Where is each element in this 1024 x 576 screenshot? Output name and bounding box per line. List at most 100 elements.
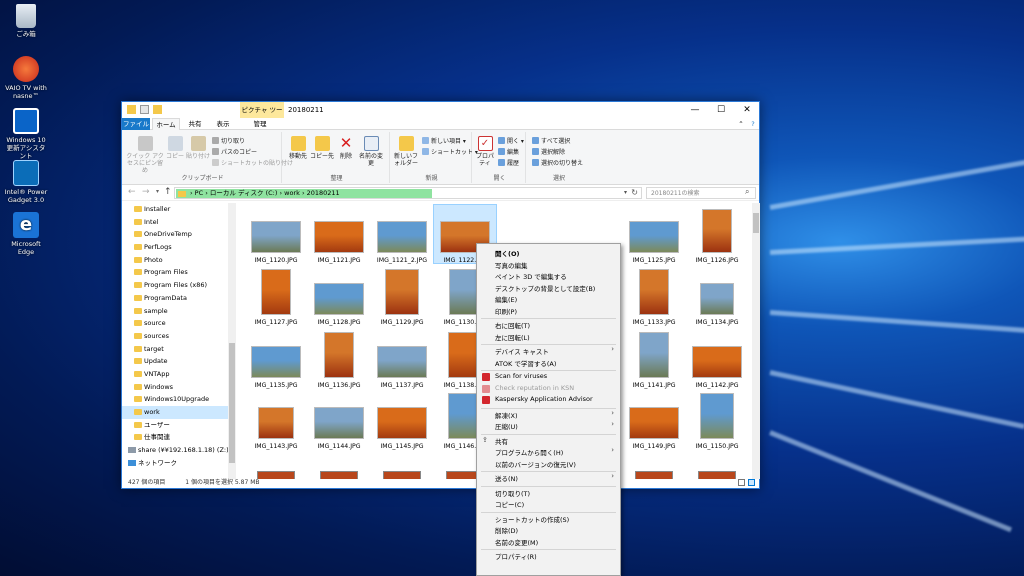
context-menu-item[interactable]: 開く(O) [495, 248, 519, 258]
context-menu-item[interactable]: 圧縮(U) [495, 421, 518, 431]
content-scrollbar[interactable] [752, 203, 760, 479]
nav-item[interactable]: Program Files (x86) [122, 279, 235, 292]
file-thumbnail[interactable]: IMG_1135.JPG [245, 330, 307, 389]
search-input[interactable]: 20180211の検索 [646, 187, 756, 199]
nav-scrollbar[interactable] [228, 203, 236, 479]
file-thumbnail[interactable]: IMG_1133.JPG [623, 267, 685, 326]
cut-button[interactable]: 切り取り [212, 136, 245, 145]
context-menu-item[interactable]: Kaspersky Application Advisor [495, 395, 593, 403]
desktop-icon-edge[interactable]: e Microsoft Edge [4, 212, 48, 256]
context-menu-item[interactable]: 以前のバージョンの復元(V) [495, 459, 576, 469]
nav-item-network-drive[interactable]: share (¥¥192.168.1.18) (Z:) [122, 444, 235, 457]
tab-share[interactable]: 共有 [182, 118, 208, 130]
file-thumbnail[interactable]: IMG_1121.JPG [308, 205, 370, 264]
desktop-icon-intel-power-gadget[interactable]: Intel® Power Gadget 3.0 [4, 160, 48, 204]
file-thumbnail[interactable]: IMG_1125.JPG [623, 205, 685, 264]
context-menu-item[interactable]: ペイント 3D で編集する [495, 271, 567, 281]
file-thumbnail[interactable]: IMG_1128.JPG [308, 267, 370, 326]
recent-chevron-icon[interactable]: ▾ [156, 188, 159, 195]
refresh-icon[interactable]: ↻ [631, 188, 638, 197]
nav-item[interactable]: Windows10Upgrade [122, 393, 235, 406]
breadcrumb-item-pc[interactable]: PC [195, 189, 203, 197]
file-thumbnail[interactable]: IMG_1145.JPG [371, 391, 433, 450]
context-menu-item[interactable]: ATOK で学習する(A) [495, 358, 556, 368]
file-thumbnail[interactable]: IMG_1120.JPG [245, 205, 307, 264]
context-menu-item[interactable]: 切り取り(T) [495, 488, 530, 498]
file-thumbnail[interactable]: IMG_1149.JPG [623, 391, 685, 450]
context-menu-item[interactable]: デスクトップの背景として設定(B) [495, 283, 595, 293]
context-menu-item[interactable]: 解凍(X) [495, 410, 518, 420]
shortcut-button[interactable]: ショートカット ▾ [422, 147, 478, 156]
paste-button[interactable]: 貼り付け [186, 136, 210, 160]
close-button[interactable]: ✕ [734, 102, 760, 118]
minimize-button[interactable]: — [682, 102, 708, 118]
tab-file[interactable]: ファイル [122, 118, 150, 130]
pin-quick-access-button[interactable]: クイック アクセスにピン留め [126, 136, 164, 174]
nav-item[interactable]: sample [122, 305, 235, 318]
file-thumbnail[interactable]: IMG_1127.JPG [245, 267, 307, 326]
nav-item[interactable]: Intel [122, 216, 235, 229]
context-menu-item[interactable]: ショートカットの作成(S) [495, 514, 569, 524]
address-dropdown-icon[interactable]: ▾ [624, 189, 627, 196]
copy-button[interactable]: コピー [166, 136, 184, 160]
context-menu-item[interactable]: 送る(N) [495, 473, 518, 483]
file-thumbnail[interactable]: IMG_1121_2.JPG [371, 205, 433, 264]
nav-item[interactable]: source [122, 317, 235, 330]
desktop-icon-vaio-tv[interactable]: VAIO TV with nasne™ [4, 56, 48, 100]
forward-arrow-icon[interactable]: → [142, 187, 150, 197]
context-menu-item[interactable]: プログラムから開く(H) [495, 447, 563, 457]
file-thumbnail[interactable]: IMG_1141.JPG [623, 330, 685, 389]
context-menu-item[interactable]: 削除(D) [495, 525, 518, 535]
paste-shortcut-button[interactable]: ショートカットの貼り付け [212, 158, 293, 167]
breadcrumb-item-20180211[interactable]: 20180211 [307, 189, 340, 197]
tab-manage[interactable]: 管理 [246, 118, 274, 130]
delete-button[interactable]: ✕ 削除 [336, 136, 356, 161]
large-icons-view-icon[interactable] [748, 479, 755, 486]
invert-selection-button[interactable]: 選択の切り替え [532, 158, 583, 167]
nav-item-selected[interactable]: work [122, 406, 235, 419]
nav-item[interactable]: sources [122, 330, 235, 343]
history-button[interactable]: 履歴 [498, 158, 519, 167]
desktop-icon-windows-update[interactable]: Windows 10 更新アシスタント [4, 108, 48, 160]
nav-item[interactable]: OneDriveTemp [122, 228, 235, 241]
context-menu-item[interactable]: 名前の変更(M) [495, 537, 538, 547]
file-thumbnail[interactable]: IMG_1129.JPG [371, 267, 433, 326]
content-scrollbar-thumb[interactable] [753, 213, 759, 233]
address-box[interactable]: › PC › ローカル ディスク (C:) › work › 20180211 … [174, 187, 642, 199]
context-menu-item[interactable]: コピー(C) [495, 499, 524, 509]
copy-to-button[interactable]: コピー先 [310, 136, 334, 160]
nav-item[interactable]: PerfLogs [122, 241, 235, 254]
tab-home[interactable]: ホーム [152, 118, 180, 130]
move-to-button[interactable]: 移動先 [286, 136, 310, 160]
file-thumbnail[interactable]: IMG_1144.JPG [308, 391, 370, 450]
nav-item[interactable]: Windows [122, 381, 235, 394]
file-thumbnail[interactable]: IMG_1137.JPG [371, 330, 433, 389]
ribbon-collapse-chevron-icon[interactable]: ⌃ [736, 118, 746, 130]
edit-button[interactable]: 編集 [498, 147, 519, 156]
help-icon[interactable]: ? [748, 118, 758, 130]
breadcrumb-item-work[interactable]: work [284, 189, 300, 197]
nav-item[interactable]: ユーザー [122, 419, 235, 432]
file-thumbnail[interactable]: IMG_1150.JPG [686, 391, 748, 450]
context-menu-item[interactable]: 印刷(P) [495, 306, 517, 316]
nav-item[interactable]: Update [122, 355, 235, 368]
properties-icon[interactable] [140, 105, 149, 114]
nav-item[interactable]: ProgramData [122, 292, 235, 305]
maximize-button[interactable]: ☐ [708, 102, 734, 118]
details-view-icon[interactable] [738, 479, 745, 486]
nav-scrollbar-thumb[interactable] [229, 343, 235, 463]
nav-item-network[interactable]: ネットワーク [122, 457, 235, 470]
new-item-button[interactable]: 新しい項目 ▾ [422, 136, 466, 145]
context-menu-item[interactable]: デバイス キャスト [495, 346, 549, 356]
context-menu-item[interactable]: 編集(E) [495, 294, 517, 304]
select-all-button[interactable]: すべて選択 [532, 136, 570, 145]
tab-view[interactable]: 表示 [210, 118, 236, 130]
context-menu-item[interactable]: 左に回転(L) [495, 332, 530, 342]
context-menu-item[interactable]: 写真の編集 [495, 260, 528, 270]
copy-path-button[interactable]: パスのコピー [212, 147, 257, 156]
nav-item[interactable]: Installer [122, 203, 235, 216]
file-thumbnail[interactable]: IMG_1126.JPG [686, 205, 748, 264]
context-menu-item[interactable]: 共有 [495, 436, 508, 446]
file-thumbnail[interactable]: IMG_1136.JPG [308, 330, 370, 389]
new-folder-icon[interactable] [153, 105, 162, 114]
